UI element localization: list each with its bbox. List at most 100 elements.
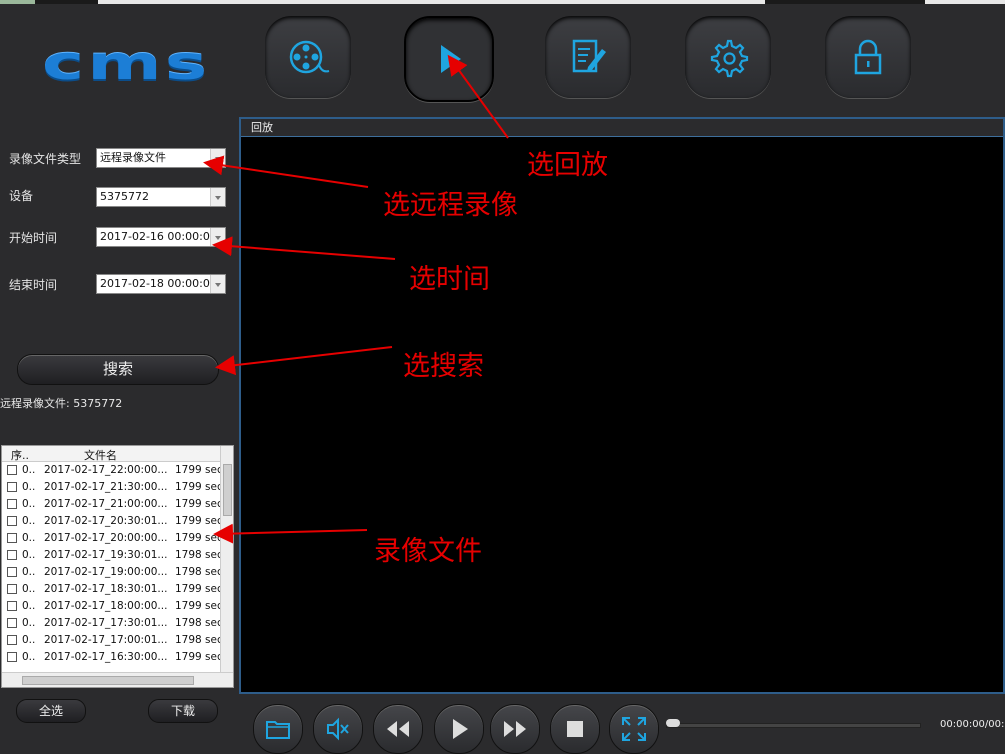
app-logo: cms bbox=[42, 36, 211, 90]
play-icon bbox=[453, 719, 468, 739]
folder-icon bbox=[266, 721, 290, 739]
row-checkbox[interactable] bbox=[7, 465, 17, 475]
chevron-down-icon[interactable] bbox=[210, 149, 225, 167]
row-checkbox[interactable] bbox=[7, 482, 17, 492]
row-file-name: 2017-02-17_19:30:01... bbox=[44, 549, 168, 561]
nav-button-film[interactable] bbox=[265, 16, 351, 98]
row-duration: 1799 sec bbox=[175, 498, 223, 510]
file-type-select[interactable]: 远程录像文件 bbox=[96, 148, 226, 168]
device-select[interactable]: 5375772 bbox=[96, 187, 226, 207]
gear-icon bbox=[710, 39, 749, 78]
row-index: 0.. bbox=[22, 583, 36, 595]
result-label: 远程录像文件: 5375772 bbox=[0, 397, 123, 410]
column-header-index[interactable]: 序.. bbox=[11, 447, 29, 463]
end-time-picker[interactable]: 2017-02-18 00:00:00 bbox=[96, 274, 226, 294]
table-row[interactable]: 0.. 2017-02-17_20:30:01... 1799 sec bbox=[2, 513, 223, 530]
annotation-playback: 选回放 bbox=[527, 150, 608, 181]
top-strip-segment bbox=[925, 0, 1005, 4]
row-file-name: 2017-02-17_20:00:00... bbox=[44, 532, 168, 544]
device-label: 设备 bbox=[9, 189, 34, 203]
mute-icon bbox=[327, 717, 349, 741]
table-row[interactable]: 0.. 2017-02-17_19:00:00... 1798 sec bbox=[2, 564, 223, 581]
row-checkbox[interactable] bbox=[7, 533, 17, 543]
select-all-button[interactable]: 全选 bbox=[16, 699, 86, 723]
table-row[interactable]: 0.. 2017-02-17_16:30:00... 1799 sec bbox=[2, 649, 223, 666]
row-checkbox[interactable] bbox=[7, 499, 17, 509]
rewind-icon bbox=[387, 721, 409, 737]
chevron-down-icon[interactable] bbox=[210, 275, 225, 293]
end-time-label: 结束时间 bbox=[9, 278, 58, 292]
row-index: 0.. bbox=[22, 464, 36, 476]
row-checkbox[interactable] bbox=[7, 567, 17, 577]
open-folder-button[interactable] bbox=[253, 704, 303, 754]
notes-edit-icon bbox=[572, 39, 606, 73]
chevron-down-icon[interactable] bbox=[210, 188, 225, 206]
scrollbar-thumb[interactable] bbox=[223, 464, 232, 516]
fullscreen-button[interactable] bbox=[609, 704, 659, 754]
vertical-scrollbar[interactable] bbox=[220, 446, 233, 672]
table-row[interactable]: 0.. 2017-02-17_20:00:00... 1799 sec bbox=[2, 530, 223, 547]
row-file-name: 2017-02-17_21:30:00... bbox=[44, 481, 168, 493]
row-checkbox[interactable] bbox=[7, 601, 17, 611]
row-checkbox[interactable] bbox=[7, 516, 17, 526]
table-row[interactable]: 0.. 2017-02-17_17:00:01... 1798 sec bbox=[2, 632, 223, 649]
row-checkbox[interactable] bbox=[7, 618, 17, 628]
row-duration: 1798 sec bbox=[175, 617, 223, 629]
row-index: 0.. bbox=[22, 651, 36, 663]
nav-button-logs[interactable] bbox=[545, 16, 631, 98]
file-type-label: 录像文件类型 bbox=[9, 152, 82, 166]
stop-icon bbox=[567, 721, 583, 737]
play-button[interactable] bbox=[434, 704, 484, 754]
row-file-name: 2017-02-17_20:30:01... bbox=[44, 515, 168, 527]
row-duration: 1798 sec bbox=[175, 549, 223, 561]
progress-track[interactable] bbox=[666, 723, 921, 728]
column-header-name[interactable]: 文件名 bbox=[84, 447, 117, 463]
rewind-button[interactable] bbox=[373, 704, 423, 754]
row-duration: 1799 sec bbox=[175, 651, 223, 663]
play-icon bbox=[441, 45, 461, 73]
table-row[interactable]: 0.. 2017-02-17_18:30:01... 1799 sec bbox=[2, 581, 223, 598]
search-button[interactable]: 搜索 bbox=[17, 354, 219, 385]
table-row[interactable]: 0.. 2017-02-17_18:00:00... 1799 sec bbox=[2, 598, 223, 615]
file-list-header: 序.. 文件名 bbox=[2, 446, 221, 462]
chevron-down-icon[interactable] bbox=[210, 228, 225, 246]
table-row[interactable]: 0.. 2017-02-17_21:30:00... 1799 sec bbox=[2, 479, 223, 496]
row-file-name: 2017-02-17_22:00:00... bbox=[44, 464, 168, 476]
progress-slider-handle[interactable] bbox=[666, 719, 680, 727]
table-row[interactable]: 0.. 2017-02-17_19:30:01... 1798 sec bbox=[2, 547, 223, 564]
stop-button[interactable] bbox=[550, 704, 600, 754]
table-row[interactable]: 0.. 2017-02-17_17:30:01... 1798 sec bbox=[2, 615, 223, 632]
row-duration: 1799 sec bbox=[175, 515, 223, 527]
start-time-label: 开始时间 bbox=[9, 231, 58, 245]
nav-button-lock[interactable] bbox=[825, 16, 911, 98]
annotation-remote: 选远程录像 bbox=[383, 190, 518, 221]
table-row[interactable]: 0.. 2017-02-17_21:00:00... 1799 sec bbox=[2, 496, 223, 513]
row-checkbox[interactable] bbox=[7, 584, 17, 594]
nav-button-settings[interactable] bbox=[685, 16, 771, 98]
row-checkbox[interactable] bbox=[7, 635, 17, 645]
row-duration: 1798 sec bbox=[175, 634, 223, 646]
horizontal-scrollbar[interactable] bbox=[2, 672, 233, 687]
row-index: 0.. bbox=[22, 634, 36, 646]
fast-forward-icon bbox=[504, 721, 526, 737]
row-duration: 1799 sec bbox=[175, 464, 223, 476]
download-button[interactable]: 下载 bbox=[148, 699, 218, 723]
file-list[interactable]: 序.. 文件名 0.. 2017-02-17_22:00:00... 1799 se… bbox=[1, 445, 234, 688]
video-frame[interactable]: 回放 bbox=[239, 117, 1005, 694]
row-index: 0.. bbox=[22, 566, 36, 578]
table-row[interactable]: 0.. 2017-02-17_22:00:00... 1799 sec bbox=[2, 462, 223, 479]
fullscreen-icon bbox=[622, 717, 646, 741]
row-index: 0.. bbox=[22, 617, 36, 629]
film-reel-icon bbox=[289, 40, 330, 74]
row-index: 0.. bbox=[22, 515, 36, 527]
annotation-files: 录像文件 bbox=[374, 536, 482, 567]
fast-forward-button[interactable] bbox=[490, 704, 540, 754]
mute-button[interactable] bbox=[313, 704, 363, 754]
nav-button-playback[interactable] bbox=[404, 16, 494, 102]
row-checkbox[interactable] bbox=[7, 652, 17, 662]
row-checkbox[interactable] bbox=[7, 550, 17, 560]
lock-icon bbox=[854, 39, 882, 75]
scrollbar-thumb[interactable] bbox=[22, 676, 194, 685]
start-time-picker[interactable]: 2017-02-16 00:00:00 bbox=[96, 227, 226, 247]
time-readout: 00:00:00/00: bbox=[940, 719, 1005, 730]
